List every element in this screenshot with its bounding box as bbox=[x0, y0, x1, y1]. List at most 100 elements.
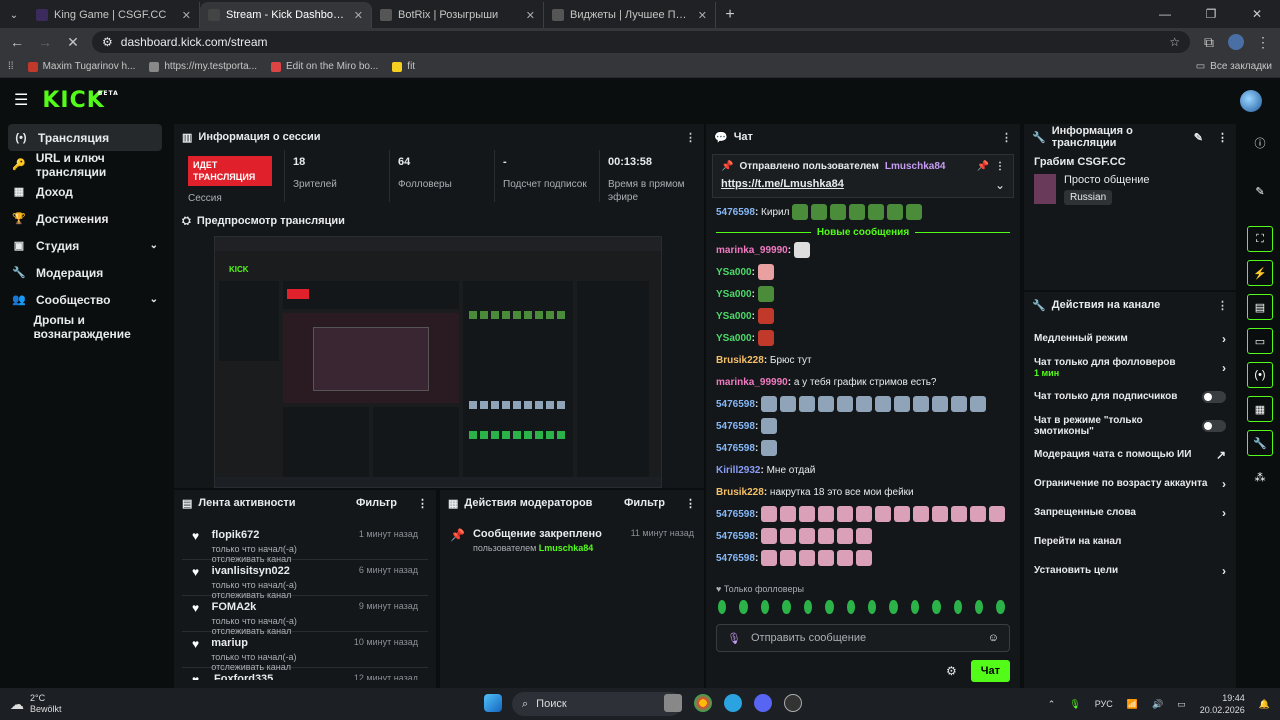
quick-emote[interactable] bbox=[825, 600, 834, 614]
close-tab-icon[interactable]: ✕ bbox=[698, 9, 707, 22]
quick-emote[interactable] bbox=[846, 600, 855, 614]
forward-icon[interactable]: → bbox=[36, 34, 54, 50]
chevron-right-icon[interactable]: › bbox=[1222, 332, 1226, 346]
bookmark-item[interactable]: Edit on the Miro bo... bbox=[271, 61, 378, 72]
clipboard-icon[interactable]: ▤ bbox=[1247, 294, 1273, 320]
lightning-icon[interactable]: ⚡ bbox=[1247, 260, 1273, 286]
more-options-icon[interactable]: ⋮ bbox=[1217, 299, 1228, 312]
channel-action-row[interactable]: Перейти на канал bbox=[1024, 527, 1236, 556]
chat-bubble-icon[interactable]: ▭ bbox=[1247, 328, 1273, 354]
filter-button[interactable]: Фильтр bbox=[624, 497, 665, 509]
more-options-icon[interactable]: ⋮ bbox=[995, 161, 1005, 172]
chat-username[interactable]: marinka_99990 bbox=[716, 245, 788, 256]
channel-action-row[interactable]: Установить цели › bbox=[1024, 556, 1236, 585]
microphone-icon[interactable]: 🎙 bbox=[1069, 699, 1080, 710]
quick-emote[interactable] bbox=[782, 600, 791, 614]
chat-username[interactable]: 5476598 bbox=[716, 443, 755, 454]
chevron-right-icon[interactable]: › bbox=[1222, 506, 1226, 520]
taskbar-search[interactable]: ⌕ Поиск bbox=[512, 692, 682, 716]
quick-emote[interactable] bbox=[739, 600, 748, 614]
chat-username[interactable]: YSa000 bbox=[716, 289, 752, 300]
emoji-picker-icon[interactable]: ☺ bbox=[988, 632, 999, 644]
stop-loading-icon[interactable]: ✕ bbox=[64, 34, 82, 51]
kick-logo[interactable]: KICK BETA bbox=[42, 88, 117, 113]
toggle-switch[interactable] bbox=[1202, 419, 1226, 432]
sidebar-item[interactable]: (•) Трансляция bbox=[8, 124, 162, 151]
filter-button[interactable]: Фильтр bbox=[356, 497, 397, 509]
file-explorer-icon[interactable] bbox=[664, 694, 682, 712]
weather-icon[interactable]: ☁ bbox=[10, 696, 24, 713]
volume-icon[interactable]: 🔊 bbox=[1152, 699, 1163, 710]
stream-preview-video[interactable]: KICK bbox=[214, 236, 662, 488]
follower-name[interactable]: flopik672 bbox=[212, 529, 351, 541]
hamburger-menu-icon[interactable]: ☰ bbox=[14, 90, 28, 110]
send-chat-button[interactable]: Чат bbox=[970, 660, 1010, 682]
quick-emote[interactable] bbox=[910, 600, 920, 614]
bookmark-star-icon[interactable]: ☆ bbox=[1169, 35, 1180, 49]
language-indicator[interactable]: РУС bbox=[1095, 699, 1113, 709]
bookmark-item[interactable]: https://my.testporta... bbox=[149, 61, 257, 72]
follower-name[interactable]: Foxford335 bbox=[214, 673, 273, 680]
chat-input[interactable]: 🎙 Отправить сообщение ☺ bbox=[716, 624, 1010, 652]
chat-username[interactable]: 5476598 bbox=[716, 399, 755, 410]
profile-avatar[interactable] bbox=[1228, 34, 1244, 50]
chevron-down-icon[interactable]: ⌄ bbox=[150, 240, 158, 251]
wrench-icon[interactable]: 🔧 bbox=[1247, 430, 1273, 456]
channel-action-row[interactable]: Ограничение по возрасту аккаунта › bbox=[1024, 469, 1236, 498]
chat-username[interactable]: YSa000 bbox=[716, 333, 752, 344]
screen-capture-icon[interactable]: ⛶ bbox=[1247, 226, 1273, 252]
more-options-icon[interactable]: ⋮ bbox=[1217, 131, 1228, 144]
toggle-switch[interactable] bbox=[1202, 390, 1226, 403]
sidebar-item[interactable]: 🔧 Модерация bbox=[0, 259, 170, 286]
quick-emote[interactable] bbox=[996, 600, 1005, 614]
app-icon[interactable] bbox=[784, 694, 802, 712]
more-options-icon[interactable]: ⋮ bbox=[417, 497, 428, 510]
chat-username[interactable]: 5476598 bbox=[716, 509, 755, 520]
channel-action-row[interactable]: Медленный режим › bbox=[1024, 324, 1236, 353]
channel-action-row[interactable]: Чат только для фолловеров 1 мин › bbox=[1024, 353, 1236, 382]
follower-name[interactable]: FOMA2k bbox=[212, 601, 351, 613]
chevron-down-icon[interactable]: ⌄ bbox=[150, 294, 158, 305]
maximize-button[interactable]: ❐ bbox=[1188, 0, 1234, 28]
chat-username[interactable]: Kirill2932 bbox=[716, 465, 760, 476]
all-bookmarks-folder[interactable]: ▭ Все закладки bbox=[1196, 61, 1272, 72]
notifications-icon[interactable]: 🔔 bbox=[1259, 699, 1270, 710]
new-tab-button[interactable]: + bbox=[716, 2, 744, 28]
settings-gear-icon[interactable]: ⚙ bbox=[946, 664, 957, 678]
chevron-up-icon[interactable]: ⌃ bbox=[1048, 699, 1056, 710]
follower-name[interactable]: mariup bbox=[211, 637, 346, 649]
quick-emote[interactable] bbox=[889, 600, 898, 614]
site-info-icon[interactable]: ⚙ bbox=[102, 35, 113, 49]
chat-username[interactable]: 5476598 bbox=[716, 207, 755, 218]
minimize-button[interactable]: — bbox=[1142, 0, 1188, 28]
channel-action-row[interactable]: Запрещенные слова › bbox=[1024, 498, 1236, 527]
more-options-icon[interactable]: ⋮ bbox=[685, 497, 696, 510]
chat-username[interactable]: Brusik228 bbox=[716, 487, 764, 498]
sidebar-item[interactable]: ▣ Студия ⌄ bbox=[0, 232, 170, 259]
category-name[interactable]: Просто общение bbox=[1064, 174, 1150, 186]
sidebar-item[interactable]: ▦ Доход bbox=[0, 178, 170, 205]
pencil-icon[interactable]: ✎ bbox=[1247, 178, 1273, 204]
bookmark-item[interactable]: fit bbox=[392, 61, 415, 72]
pinned-link[interactable]: https://t.me/Lmushka84 bbox=[721, 178, 844, 192]
quick-emote[interactable] bbox=[803, 600, 813, 614]
chevron-right-icon[interactable]: › bbox=[1222, 361, 1226, 375]
chat-username[interactable]: marinka_99990 bbox=[716, 377, 788, 388]
windows-start-icon[interactable] bbox=[484, 694, 502, 712]
bookmark-item[interactable]: Maxim Tugarinov h... bbox=[27, 61, 135, 72]
browser-tab[interactable]: Виджеты | Лучшее ПО для улу ✕ bbox=[544, 2, 716, 28]
chrome-icon[interactable] bbox=[694, 694, 712, 712]
layout-icon[interactable]: ▦ bbox=[1247, 396, 1273, 422]
apps-icon[interactable]: ⁞⁞ bbox=[8, 61, 14, 72]
sidebar-item[interactable]: 🔑 URL и ключ трансляции bbox=[0, 151, 170, 179]
close-window-button[interactable]: ✕ bbox=[1234, 0, 1280, 28]
browser-tab[interactable]: BotRix | Розыгрыши ✕ bbox=[372, 2, 544, 28]
tab-search-button[interactable]: ⌄ bbox=[0, 2, 28, 28]
unpin-icon[interactable]: 📌 bbox=[977, 161, 989, 172]
quick-emote[interactable] bbox=[760, 600, 770, 614]
browser-menu-icon[interactable]: ⋮ bbox=[1254, 34, 1272, 51]
wifi-icon[interactable]: 📶 bbox=[1127, 699, 1138, 710]
battery-icon[interactable]: ▭ bbox=[1177, 699, 1186, 710]
close-tab-icon[interactable]: ✕ bbox=[182, 9, 191, 22]
edit-pencil-icon[interactable]: ✎ bbox=[1194, 131, 1203, 144]
